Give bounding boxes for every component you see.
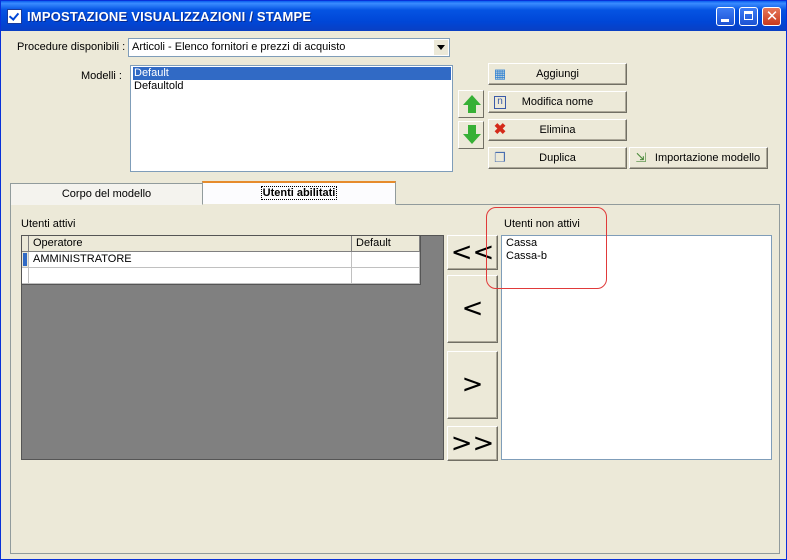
tab-utenti-abilitati[interactable]: Utenti abilitati [202, 181, 396, 205]
elimina-label: Elimina [539, 124, 576, 136]
procedure-selected-value: Articoli - Elenco fornitori e prezzi di … [132, 41, 346, 53]
move-all-right-label: >> [450, 427, 495, 458]
move-right-button[interactable]: > [447, 351, 498, 419]
checkbox-app-icon [7, 9, 22, 24]
modifica-nome-button[interactable]: n Modifica nome [488, 91, 627, 113]
list-item[interactable]: Default [133, 67, 451, 80]
duplica-label: Duplica [539, 152, 576, 164]
aggiungi-label: Aggiungi [536, 68, 579, 80]
modelli-label: Modelli : [81, 70, 122, 82]
column-header-default[interactable]: Default [352, 236, 420, 252]
move-up-button[interactable] [458, 90, 484, 118]
column-header-operatore[interactable]: Operatore [29, 236, 352, 252]
procedure-select[interactable]: Articoli - Elenco fornitori e prezzi di … [128, 38, 450, 57]
main-window: IMPOSTAZIONE VISUALIZZAZIONI / STAMPE ✕ … [0, 0, 787, 560]
tab-label: Corpo del modello [61, 188, 152, 200]
maximize-button[interactable] [739, 7, 758, 26]
maximize-icon [744, 11, 753, 20]
arrow-up-stem [468, 104, 476, 113]
chevron-down-icon[interactable] [433, 40, 448, 55]
minimize-button[interactable] [716, 7, 735, 26]
table-row-empty[interactable] [29, 268, 352, 284]
aggiungi-button[interactable]: ▦ Aggiungi [488, 63, 627, 85]
tab-label: Utenti abilitati [260, 186, 338, 200]
annotation-highlight [486, 207, 607, 289]
row-header-corner [22, 236, 29, 252]
duplica-button[interactable]: ❐ Duplica [488, 147, 627, 169]
close-button[interactable]: ✕ [762, 7, 781, 26]
arrow-down-icon [463, 134, 481, 144]
current-row-marker [23, 253, 27, 266]
importazione-modello-button[interactable]: ⇲ Importazione modello [629, 147, 768, 169]
modelli-listbox[interactable]: Default Defaultold [130, 65, 453, 172]
grid-table: Operatore Default AMMINISTRATORE [22, 236, 421, 285]
move-left-label: < [461, 293, 484, 324]
move-all-right-button[interactable]: >> [447, 426, 498, 461]
window-title: IMPOSTAZIONE VISUALIZZAZIONI / STAMPE [27, 9, 312, 24]
utenti-attivi-label: Utenti attivi [21, 218, 76, 230]
table-row-default[interactable] [352, 252, 420, 268]
row-indicator[interactable] [22, 252, 29, 268]
table-row-empty-default[interactable] [352, 268, 420, 284]
tab-corpo-del-modello[interactable]: Corpo del modello [10, 183, 203, 205]
close-icon: ✕ [765, 7, 779, 25]
table-row[interactable]: AMMINISTRATORE [29, 252, 352, 268]
title-bar[interactable]: IMPOSTAZIONE VISUALIZZAZIONI / STAMPE ✕ [1, 1, 786, 31]
procedure-label: Procedure disponibili : [17, 41, 126, 53]
modifica-nome-label: Modifica nome [521, 96, 594, 108]
move-down-button[interactable] [458, 121, 484, 149]
arrow-down-stem [468, 125, 476, 134]
importazione-modello-label: Importazione modello [654, 152, 761, 164]
minimize-icon [721, 19, 729, 22]
elimina-button[interactable]: ✖ Elimina [488, 119, 627, 141]
move-right-label: > [461, 369, 484, 400]
list-item[interactable]: Defaultold [133, 80, 184, 93]
row-indicator-empty[interactable] [22, 268, 29, 284]
utenti-attivi-grid[interactable]: Operatore Default AMMINISTRATORE [21, 235, 444, 460]
